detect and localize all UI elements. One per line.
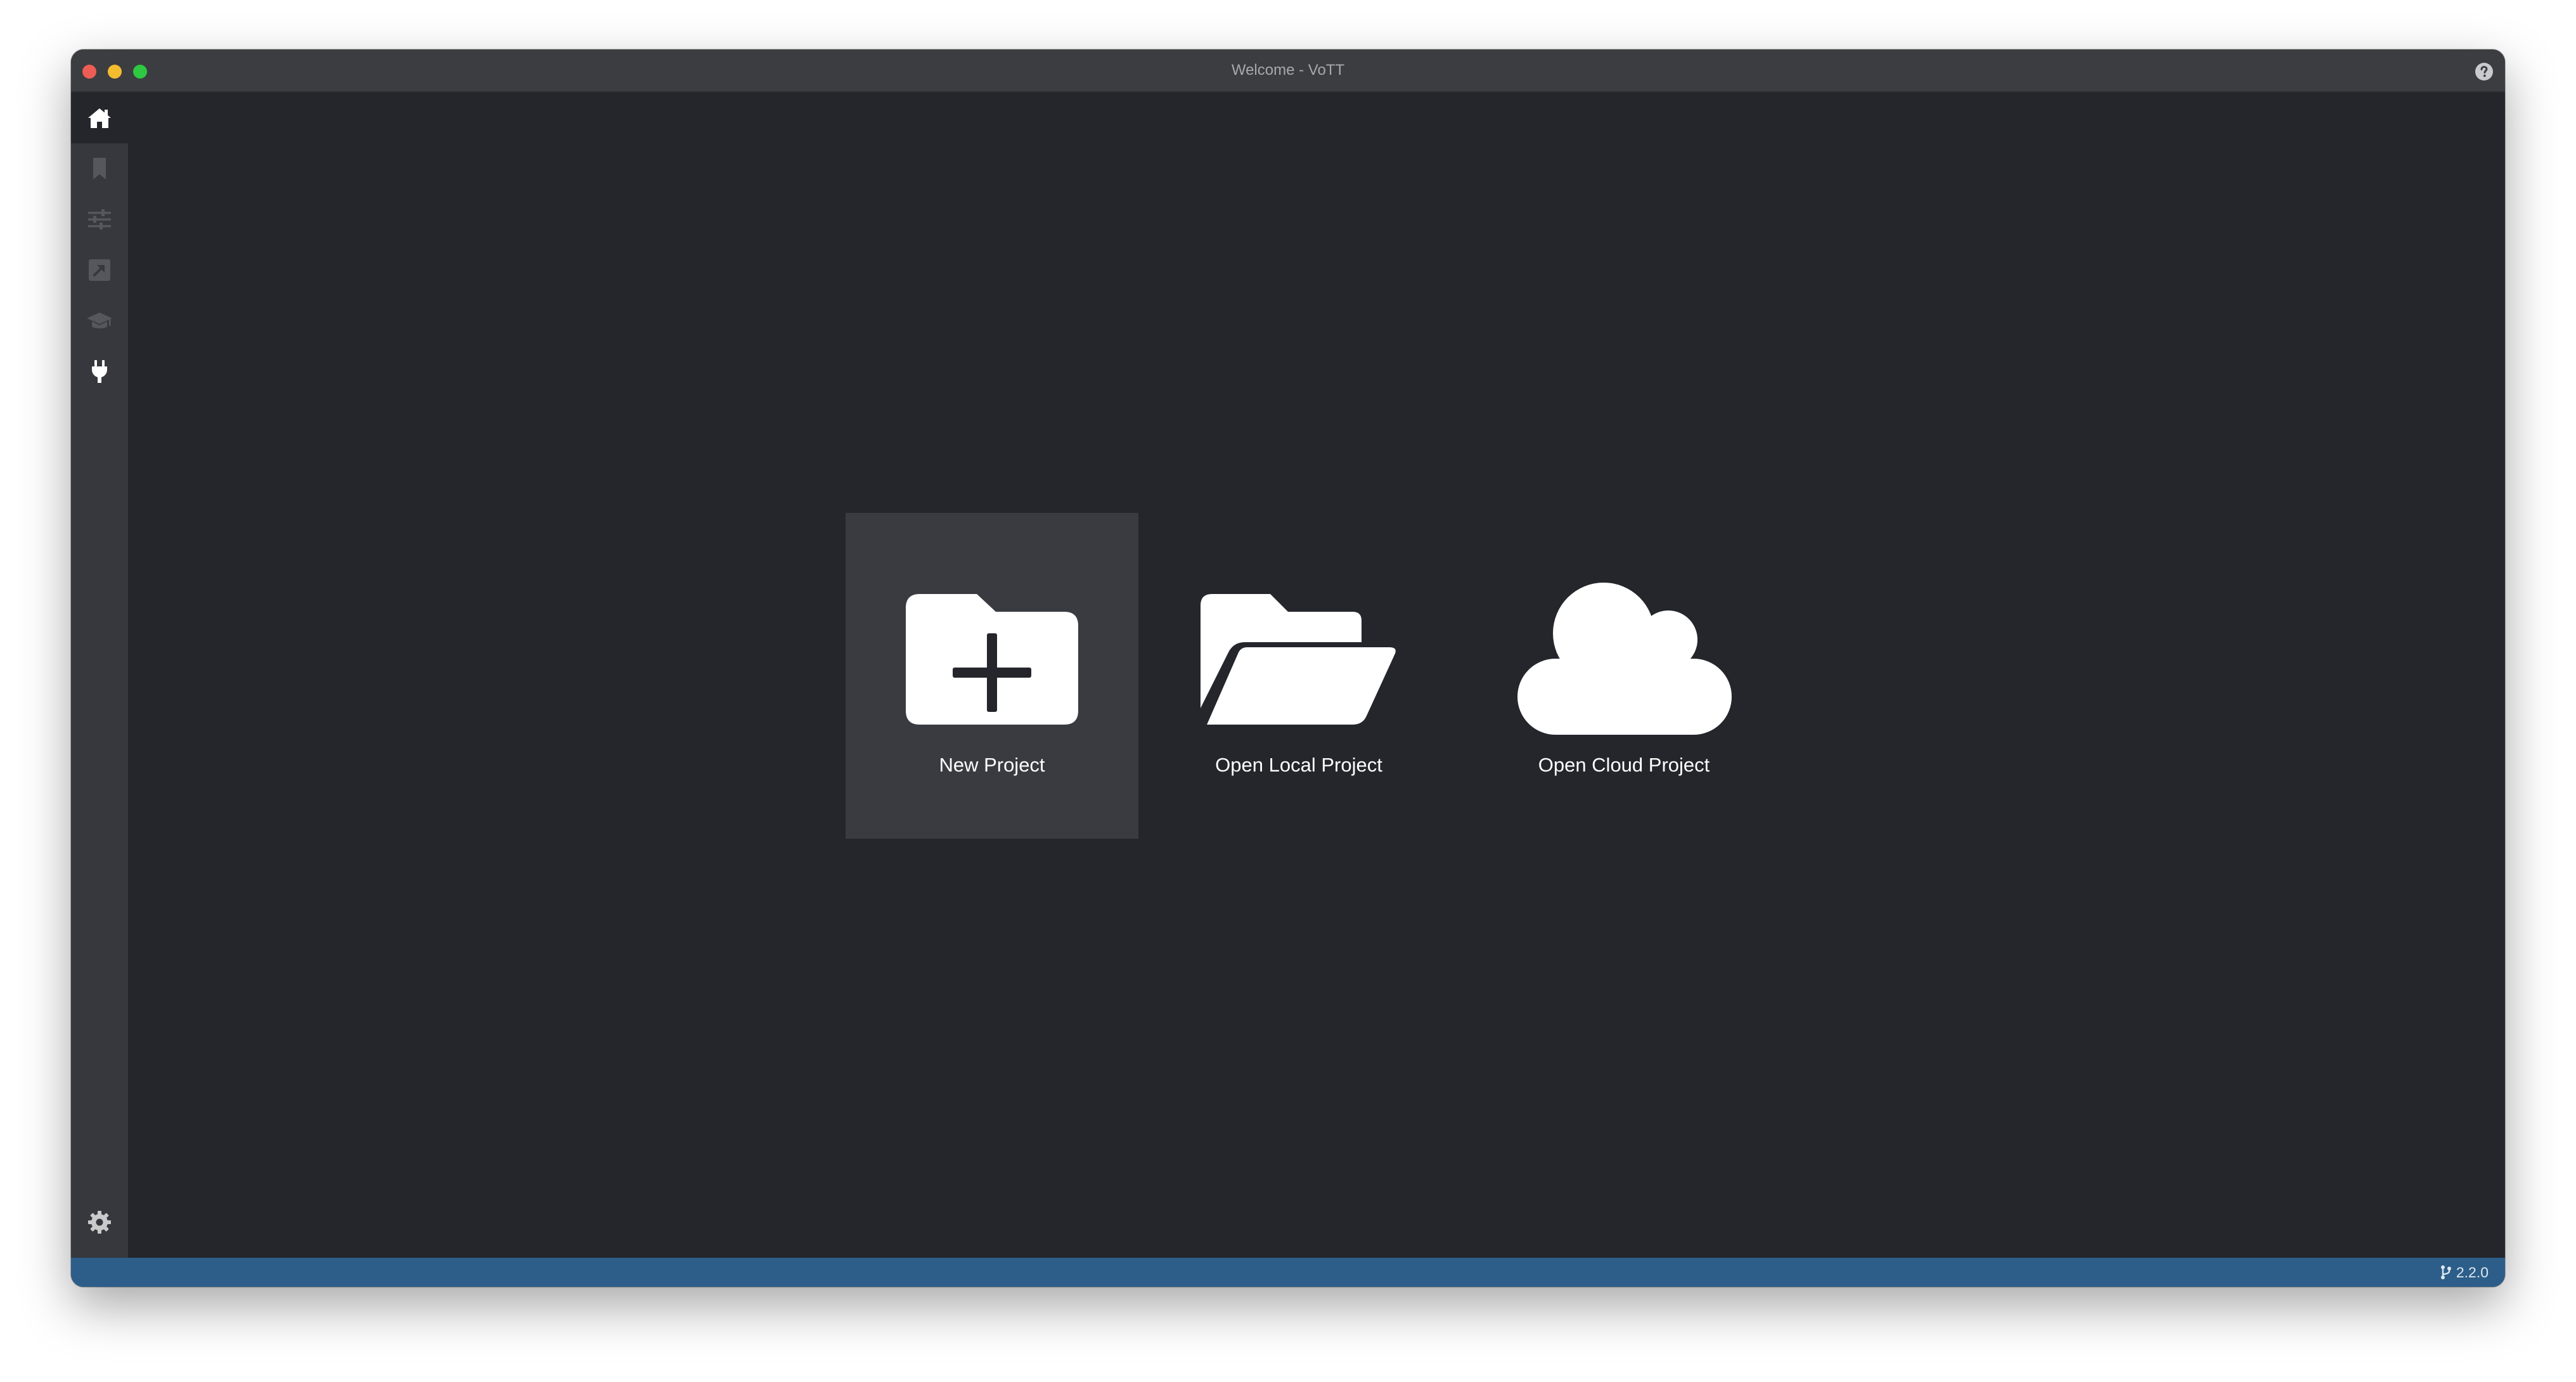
- sidebar-item-export[interactable]: [71, 245, 128, 295]
- new-project-button[interactable]: New Project: [846, 513, 1138, 839]
- sliders-icon: [88, 209, 111, 229]
- new-project-label: New Project: [939, 754, 1045, 776]
- window-title: Welcome - VoTT: [1231, 61, 1345, 79]
- open-local-project-button[interactable]: Open Local Project: [1138, 513, 1459, 839]
- home-icon: [88, 108, 111, 128]
- gear-icon: [88, 1211, 111, 1234]
- sidebar-item-tags[interactable]: [71, 143, 128, 194]
- cloud-icon: [1517, 583, 1732, 735]
- sidebar-item-home[interactable]: [71, 93, 128, 143]
- version-info: 2.2.0: [2440, 1258, 2489, 1287]
- open-cloud-project-button[interactable]: Open Cloud Project: [1459, 513, 1789, 839]
- sidebar: [71, 93, 128, 1258]
- code-branch-icon: [2440, 1265, 2451, 1279]
- folder-plus-icon: [906, 594, 1078, 725]
- status-bar: 2.2.0: [71, 1258, 2505, 1287]
- sidebar-item-settings-sliders[interactable]: [71, 194, 128, 245]
- open-cloud-project-label: Open Cloud Project: [1538, 754, 1710, 776]
- sidebar-item-app-settings[interactable]: [71, 1197, 128, 1248]
- folder-open-icon: [1201, 594, 1396, 725]
- help-icon[interactable]: [2475, 62, 2494, 81]
- main-content: New Project Open Local Project Open Clou…: [128, 93, 2505, 1258]
- plug-icon: [92, 360, 107, 383]
- export-icon: [89, 259, 110, 281]
- title-bar: Welcome - VoTT: [71, 49, 2505, 93]
- sidebar-item-connections[interactable]: [71, 346, 128, 397]
- bookmark-icon: [93, 158, 106, 179]
- app-window: Welcome - VoTT New Project Open Local Pr…: [71, 49, 2505, 1287]
- sidebar-item-active-learning[interactable]: [71, 295, 128, 346]
- open-local-project-label: Open Local Project: [1215, 754, 1382, 776]
- graduation-cap-icon: [87, 313, 112, 328]
- version-label: 2.2.0: [2456, 1263, 2489, 1281]
